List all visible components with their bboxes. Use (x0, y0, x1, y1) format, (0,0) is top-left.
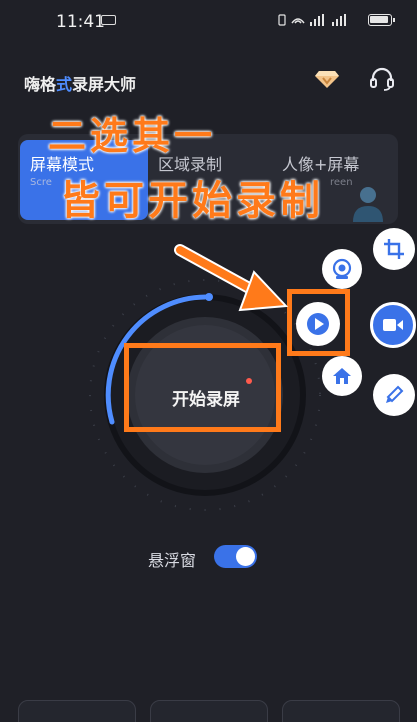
annotation-arrow-icon (174, 244, 289, 312)
tab-screen-mode-sub: Scre (30, 177, 52, 188)
record-indicator-dot (246, 378, 252, 384)
diamond-icon[interactable] (314, 69, 340, 89)
bottom-card-3[interactable] (282, 700, 400, 722)
video-record-button[interactable] (370, 302, 416, 348)
crop-icon (384, 239, 404, 259)
annotation-highlight-play (287, 289, 350, 356)
home-button[interactable] (322, 356, 362, 396)
screen-record-indicator-icon (101, 15, 116, 25)
home-icon (333, 368, 351, 384)
app-title: 嗨格式录屏大师 (24, 75, 137, 94)
floating-window-toggle[interactable] (214, 545, 257, 568)
annotation-line1: 二选其一 (48, 114, 217, 158)
status-time: 11:41 (56, 12, 105, 32)
webcam-icon (332, 258, 352, 279)
battery-icon (368, 14, 395, 26)
person-icon (350, 182, 386, 222)
brush-button[interactable] (373, 374, 415, 416)
camera-button[interactable] (322, 249, 362, 289)
start-record-button[interactable]: 开始录屏 (172, 385, 240, 410)
video-camera-icon (383, 319, 403, 331)
annotation-line2: 皆可开始录制 (60, 178, 324, 224)
status-icons (278, 13, 358, 30)
brush-icon (386, 385, 404, 403)
crop-button[interactable] (373, 228, 415, 270)
headset-icon[interactable] (369, 66, 395, 92)
floating-window-label: 悬浮窗 (148, 551, 197, 570)
bottom-card-2[interactable] (150, 700, 268, 722)
bottom-card-1[interactable] (18, 700, 136, 722)
